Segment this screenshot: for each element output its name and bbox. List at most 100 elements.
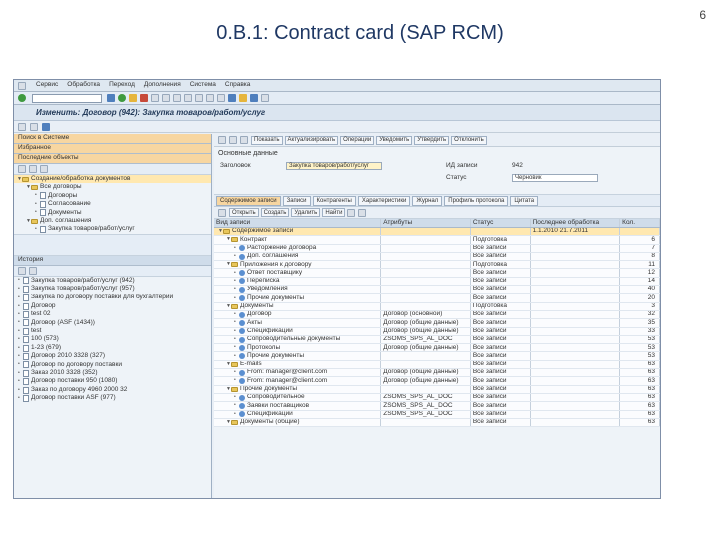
tree-toggle-icon[interactable] [42, 122, 50, 131]
enter-icon[interactable] [18, 94, 26, 102]
table-row[interactable]: • Прочие документы Все записи 53 [214, 352, 660, 361]
panel-header[interactable]: Последние объекты [14, 154, 211, 164]
find-next-icon[interactable] [173, 94, 181, 102]
column-header[interactable]: Последнее обработка [531, 219, 621, 227]
title-field[interactable]: Закупка товаров/работ/услуг [286, 162, 382, 170]
open-button[interactable]: Открыть [229, 208, 259, 217]
tab-records[interactable]: Записи [282, 195, 311, 206]
approve-button[interactable]: Утвердить [414, 135, 450, 145]
menu-item[interactable]: Обработка [67, 82, 100, 89]
history-refresh-icon[interactable] [18, 266, 26, 275]
display-icon[interactable] [218, 136, 226, 144]
next-page-icon[interactable] [206, 94, 214, 102]
table-row[interactable]: • Сопроводительное ZSOMS_SPS_AL_DOC Все зап… [214, 393, 660, 403]
list-item[interactable]: • 100 (573) [14, 335, 211, 344]
tree-item[interactable]: • Договоры [14, 192, 211, 200]
expand-icon[interactable] [18, 165, 26, 173]
table-row[interactable]: • From: manager@client.com Договор (общие … [214, 377, 660, 386]
list-item[interactable]: • Договор 2010 3328 (327) [14, 352, 211, 360]
operations-button[interactable]: Операции [340, 135, 375, 145]
table-row[interactable]: • Расторжение договора Все записи 7 [214, 244, 660, 253]
list-item[interactable]: • Договор (ASF (1434)) [14, 319, 211, 327]
table-row[interactable]: • Прочие документы Все записи 20 [214, 294, 660, 303]
list-item[interactable]: • Договор поставки ASF (977) [14, 394, 211, 402]
prev-page-icon[interactable] [195, 94, 203, 102]
edit-icon[interactable] [229, 136, 237, 144]
notify-button[interactable]: Уведомить [376, 135, 413, 145]
column-header[interactable]: Статус [471, 219, 531, 227]
table-row[interactable]: ▼ Документы (общие) Все записи 63 [214, 418, 660, 428]
menu-item[interactable]: Справка [225, 82, 251, 89]
table-row[interactable]: • From: manager@client.com Договор (общие … [214, 369, 660, 378]
panel-header[interactable]: Поиск в Системе [14, 134, 211, 144]
table-row[interactable]: ▼ Прочие документы Все записи 63 [214, 385, 660, 394]
help-icon[interactable] [250, 94, 258, 102]
command-field[interactable] [32, 93, 102, 103]
column-header[interactable]: Вид записи [214, 219, 382, 227]
table-row[interactable]: ▼ Содержимое записи 1.1.2010 21.7.2011 [214, 228, 660, 237]
first-page-icon[interactable] [184, 94, 192, 102]
tree-item[interactable]: ▼ Все договоры [14, 183, 211, 191]
table-row[interactable]: • Спецификации ZSOMS_SPS_AL_DOC Все записи 6… [214, 410, 660, 419]
table-row[interactable]: ▼ E-mails Все записи 63 [214, 360, 660, 370]
list-item[interactable]: • Закупка по договору поставки для бухгал… [14, 294, 211, 302]
list-item[interactable]: • Закупка товаров/работ/услуг (942) [14, 277, 211, 285]
table-row[interactable]: • Заявки поставщиков ZSOMS_SPS_AL_DOC Все з… [214, 402, 660, 411]
list-item[interactable]: • Заказ по договору 4960 2000 32 [14, 386, 211, 394]
table-row[interactable]: • Доп. соглашения Все записи 8 [214, 252, 660, 262]
tab-partners[interactable]: Контрагенты [312, 195, 356, 206]
cancel-icon[interactable] [140, 94, 148, 102]
table-row[interactable]: • Ответ поставщику Все записи 12 [214, 269, 660, 278]
column-header[interactable]: Кол. [620, 219, 660, 227]
list-item[interactable]: • Закупка товаров/работ/услуг (957) [14, 285, 211, 293]
last-page-icon[interactable] [217, 94, 225, 102]
column-header[interactable]: Атрибуты [381, 219, 471, 227]
list-item[interactable]: • test [14, 327, 211, 335]
tree-item[interactable]: • Документы [14, 209, 211, 217]
shortcut-icon[interactable] [239, 94, 247, 102]
tab-protocol[interactable]: Профиль протокола [444, 195, 509, 206]
menu-item[interactable]: Система [190, 82, 216, 89]
back-icon[interactable] [118, 94, 126, 102]
tab-quote[interactable]: Цитата [510, 195, 539, 206]
tree-item[interactable]: ▼ Доп. соглашения [14, 217, 211, 225]
table-row[interactable]: • Уведомления Все записи 40 [214, 286, 660, 295]
table-row[interactable]: • Сопроводительные документы ZSOMS_SPS_AL_… [214, 335, 660, 345]
menu-item[interactable]: Дополнения [144, 82, 181, 89]
list-item[interactable]: • Заказ 2010 3328 (352) [14, 369, 211, 377]
refresh-icon[interactable] [40, 165, 48, 173]
status-select[interactable]: Черновик [512, 174, 598, 182]
table-row[interactable]: • Спецификации Договор (общие данные) Все з… [214, 327, 660, 336]
table-row[interactable]: ▼ Приложения к договору Подготовка 11 [214, 261, 660, 270]
tree-item[interactable]: • Закупка товаров/работ/услуг [14, 225, 211, 234]
panel-header[interactable]: Избранное [14, 144, 211, 154]
table-row[interactable]: • Акты Договор (общие данные) Все записи 35 [214, 319, 660, 328]
list-item[interactable]: • 1-23 (679) [14, 344, 211, 352]
find-icon[interactable] [162, 94, 170, 102]
sort-icon[interactable] [358, 208, 367, 217]
save-icon[interactable] [107, 94, 115, 102]
exit-icon[interactable] [129, 94, 137, 102]
find-button[interactable]: Найти [322, 208, 346, 217]
list-item[interactable]: • Договор [14, 302, 211, 310]
arrow-right-icon[interactable] [30, 122, 38, 131]
table-row[interactable]: • Договор Договор (основной) Все записи 32 [214, 310, 660, 320]
list-item[interactable]: • Договор поставки 950 (1080) [14, 377, 211, 386]
tab-log[interactable]: Журнал [412, 195, 443, 206]
menu-item[interactable]: Сервис [36, 82, 58, 89]
update-button[interactable]: Актуализировать [284, 135, 339, 145]
table-row[interactable]: ▼ Документы Подготовка 3 [214, 302, 660, 311]
collapse-icon[interactable] [29, 165, 37, 173]
list-item[interactable]: • test 02 [14, 310, 211, 318]
copy-icon[interactable] [240, 136, 248, 144]
table-row[interactable]: • Протоколы Договор (общие данные) Все запи… [214, 344, 660, 353]
tab-content[interactable]: Содержимое записи [216, 195, 281, 206]
new-session-icon[interactable] [228, 94, 236, 102]
menu-item[interactable]: Переход [109, 82, 135, 89]
reject-button[interactable]: Отклонить [451, 135, 487, 145]
tree-item[interactable]: • Согласование [14, 200, 211, 208]
show-button[interactable]: Показать [251, 135, 283, 145]
list-item[interactable]: • Договор по договору поставки [14, 361, 211, 369]
tab-characteristics[interactable]: Характеристики [357, 195, 411, 206]
open-icon[interactable] [218, 208, 226, 217]
